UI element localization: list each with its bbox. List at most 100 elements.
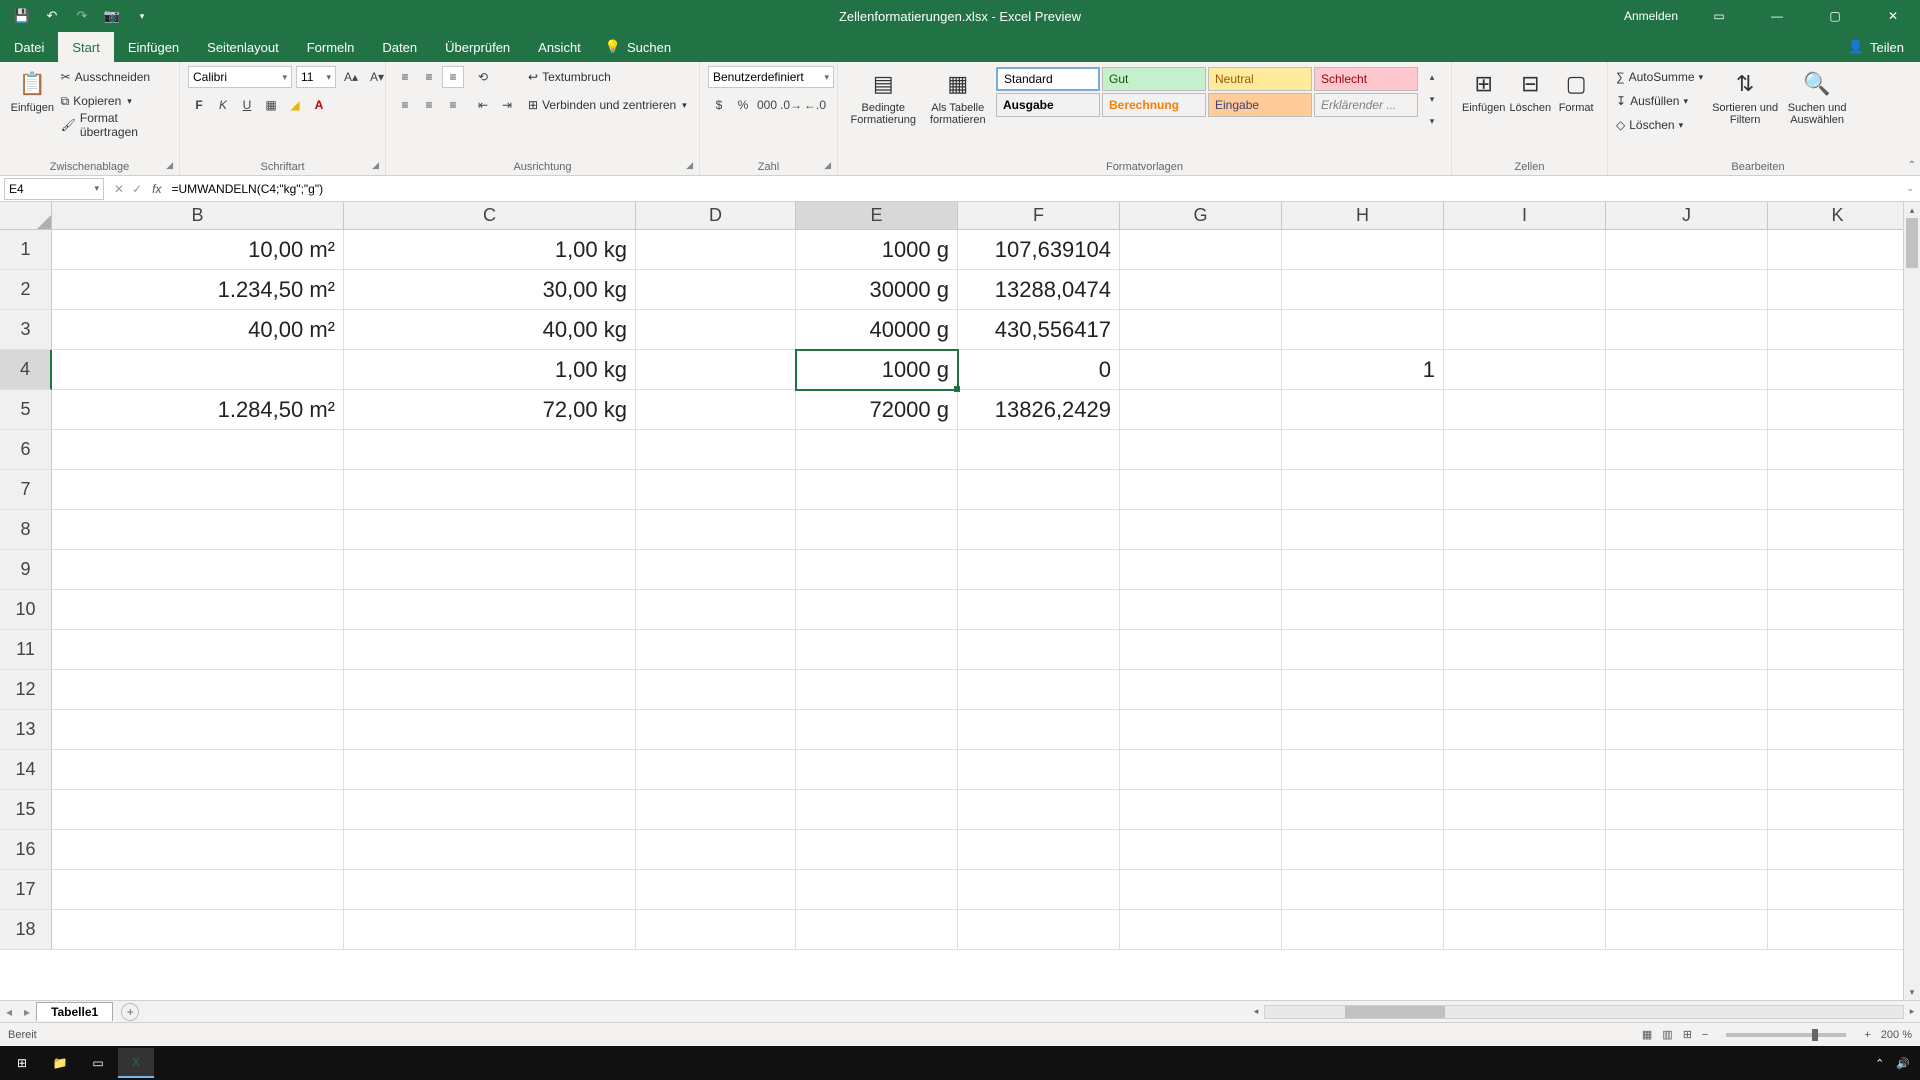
cell-H13[interactable]	[1282, 710, 1444, 750]
cell-H8[interactable]	[1282, 510, 1444, 550]
cell-D14[interactable]	[636, 750, 796, 790]
conditional-formatting-button[interactable]: ▤Bedingte Formatierung	[846, 66, 921, 128]
horizontal-scrollbar[interactable]: ◂ ▸	[1248, 1001, 1920, 1022]
row-header-8[interactable]: 8	[0, 510, 52, 550]
cell-G17[interactable]	[1120, 870, 1282, 910]
cell-H9[interactable]	[1282, 550, 1444, 590]
cell-C3[interactable]: 40,00 kg	[344, 310, 636, 350]
sort-filter-button[interactable]: ⇅Sortieren und Filtern	[1709, 66, 1781, 128]
cell-H2[interactable]	[1282, 270, 1444, 310]
wrap-text-button[interactable]: ↩Textumbruch	[528, 66, 687, 88]
cell-J17[interactable]	[1606, 870, 1768, 910]
cell-C18[interactable]	[344, 910, 636, 950]
cell-D15[interactable]	[636, 790, 796, 830]
cell-K9[interactable]	[1768, 550, 1908, 590]
redo-icon[interactable]: ↷	[74, 8, 90, 24]
cell-B4[interactable]	[52, 350, 344, 390]
start-button[interactable]: ⊞	[4, 1048, 40, 1078]
cell-J2[interactable]	[1606, 270, 1768, 310]
increase-font-icon[interactable]: A▴	[340, 66, 362, 88]
align-bottom-icon[interactable]: ≡	[442, 66, 464, 88]
align-left-icon[interactable]: ≡	[394, 94, 416, 116]
row-header-18[interactable]: 18	[0, 910, 52, 950]
cell-E11[interactable]	[796, 630, 958, 670]
italic-button[interactable]: K	[212, 94, 234, 116]
style-calc[interactable]: Berechnung	[1102, 93, 1206, 117]
cell-I2[interactable]	[1444, 270, 1606, 310]
cell-I5[interactable]	[1444, 390, 1606, 430]
cell-E3[interactable]: 40000 g	[796, 310, 958, 350]
volume-icon[interactable]: 🔊	[1896, 1057, 1910, 1070]
cell-D11[interactable]	[636, 630, 796, 670]
align-launcher-icon[interactable]: ◢	[686, 160, 693, 171]
cell-H12[interactable]	[1282, 670, 1444, 710]
cell-E10[interactable]	[796, 590, 958, 630]
cell-G11[interactable]	[1120, 630, 1282, 670]
cell-C11[interactable]	[344, 630, 636, 670]
cell-F4[interactable]: 0	[958, 350, 1120, 390]
style-scroll-down-icon[interactable]: ▾	[1421, 88, 1443, 110]
cell-K11[interactable]	[1768, 630, 1908, 670]
cell-E9[interactable]	[796, 550, 958, 590]
tab-file[interactable]: Datei	[0, 32, 58, 62]
cut-button[interactable]: ✂Ausschneiden	[61, 66, 171, 88]
scroll-up-icon[interactable]: ▴	[1904, 202, 1920, 218]
column-header-B[interactable]: B	[52, 202, 344, 229]
cell-J12[interactable]	[1606, 670, 1768, 710]
format-as-table-button[interactable]: ▦Als Tabelle formatieren	[921, 66, 996, 128]
cell-K2[interactable]	[1768, 270, 1908, 310]
row-header-4[interactable]: 4	[0, 350, 52, 390]
row-header-13[interactable]: 13	[0, 710, 52, 750]
style-output[interactable]: Ausgabe	[996, 93, 1100, 117]
maximize-icon[interactable]: ▢	[1818, 4, 1852, 28]
cell-I10[interactable]	[1444, 590, 1606, 630]
cell-H3[interactable]	[1282, 310, 1444, 350]
row-header-16[interactable]: 16	[0, 830, 52, 870]
cell-J11[interactable]	[1606, 630, 1768, 670]
cell-D1[interactable]	[636, 230, 796, 270]
insert-cells-button[interactable]: ⊞Einfügen	[1460, 66, 1507, 116]
cell-D7[interactable]	[636, 470, 796, 510]
cell-G6[interactable]	[1120, 430, 1282, 470]
minimize-icon[interactable]: —	[1760, 4, 1794, 28]
cell-K4[interactable]	[1768, 350, 1908, 390]
cell-J3[interactable]	[1606, 310, 1768, 350]
cell-K10[interactable]	[1768, 590, 1908, 630]
border-button[interactable]: ▦	[260, 94, 282, 116]
cell-G2[interactable]	[1120, 270, 1282, 310]
row-header-1[interactable]: 1	[0, 230, 52, 270]
column-header-J[interactable]: J	[1606, 202, 1768, 229]
close-icon[interactable]: ✕	[1876, 4, 1910, 28]
cell-E13[interactable]	[796, 710, 958, 750]
cell-C6[interactable]	[344, 430, 636, 470]
decrease-decimal-icon[interactable]: ←.0	[804, 94, 826, 116]
cell-E4[interactable]: 1000 g	[796, 350, 958, 390]
cell-I17[interactable]	[1444, 870, 1606, 910]
cell-C12[interactable]	[344, 670, 636, 710]
cell-J14[interactable]	[1606, 750, 1768, 790]
normal-view-icon[interactable]: ▦	[1642, 1028, 1652, 1041]
decrease-font-icon[interactable]: A▾	[366, 66, 388, 88]
cell-F7[interactable]	[958, 470, 1120, 510]
cell-I9[interactable]	[1444, 550, 1606, 590]
cell-F12[interactable]	[958, 670, 1120, 710]
cell-E15[interactable]	[796, 790, 958, 830]
cell-C10[interactable]	[344, 590, 636, 630]
ribbon-options-icon[interactable]: ▭	[1702, 4, 1736, 28]
cell-C15[interactable]	[344, 790, 636, 830]
task-view-icon[interactable]: ▭	[80, 1048, 116, 1078]
cell-C5[interactable]: 72,00 kg	[344, 390, 636, 430]
column-header-H[interactable]: H	[1282, 202, 1444, 229]
cell-E14[interactable]	[796, 750, 958, 790]
cell-B17[interactable]	[52, 870, 344, 910]
cell-K14[interactable]	[1768, 750, 1908, 790]
cell-B11[interactable]	[52, 630, 344, 670]
sheet-nav-prev-icon[interactable]: ▸	[18, 1005, 36, 1019]
font-size-dropdown[interactable]: 11▾	[296, 66, 336, 88]
fill-button[interactable]: ↧Ausfüllen▾	[1616, 90, 1703, 112]
cell-J8[interactable]	[1606, 510, 1768, 550]
formula-input[interactable]: =UMWANDELN(C4;"kg";"g")	[167, 182, 1900, 196]
cell-J7[interactable]	[1606, 470, 1768, 510]
style-scroll-up-icon[interactable]: ▴	[1421, 66, 1443, 88]
cell-D8[interactable]	[636, 510, 796, 550]
